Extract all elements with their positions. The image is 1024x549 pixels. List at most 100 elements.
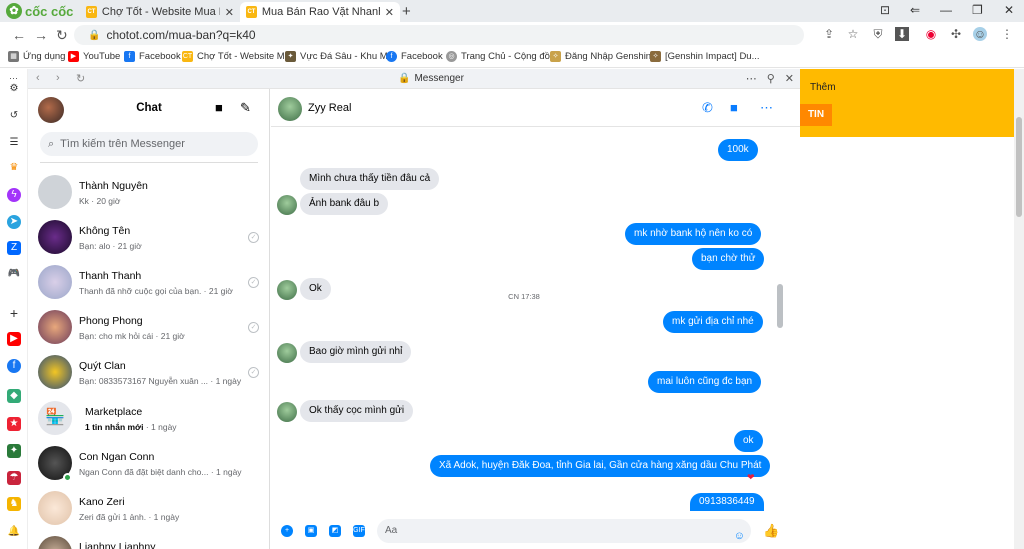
message-incoming[interactable]: Bao giờ mình gửi nhỉ [300, 341, 412, 363]
conversation-item[interactable]: Kano Zeri Zeri đã gửi 1 ảnh. · 1 ngày [28, 486, 269, 531]
app-icon[interactable]: ♞ [7, 497, 21, 511]
message-outgoing[interactable]: mk nhờ bank hộ nên ko có [625, 223, 762, 245]
close-tab-icon[interactable]: ✕ [385, 6, 394, 19]
conversation-title[interactable]: Zyy Real [308, 102, 351, 114]
share-icon[interactable]: ⇪ [822, 27, 836, 41]
telegram-icon[interactable]: ➤ [7, 215, 21, 229]
reload-icon[interactable]: ↻ [56, 27, 68, 44]
search-input[interactable]: ⌕ Tìm kiếm trên Messenger [40, 132, 258, 156]
bookmark-item[interactable]: ◎ Trang Chủ - Cộng đồ... [446, 51, 558, 62]
conversation-item[interactable]: Quýt Clan Bạn: 0833573167 Nguyễn xuân ..… [28, 350, 269, 395]
conversation-item[interactable]: Phong Phong Bạn: cho mk hỏi cái · 21 giờ… [28, 305, 269, 350]
adblock-icon[interactable]: ◉ [924, 27, 938, 41]
facebook-icon[interactable]: f [7, 359, 21, 373]
url-field[interactable]: 🔒 chotot.com/mua-ban?q=k40 [74, 25, 804, 45]
tab-chotot[interactable]: CT Chợ Tốt - Website Mua Bán... ✕ [80, 2, 240, 22]
bookmark-item[interactable]: ▶ YouTube [68, 51, 120, 62]
app-icon[interactable]: ☂ [7, 471, 21, 485]
bookmark-star-icon[interactable]: ☆ [846, 27, 860, 41]
message-incoming[interactable]: Mình chưa thấy tiền đâu cả [300, 168, 440, 190]
panel-forward-icon[interactable]: › [56, 72, 60, 84]
phone-call-icon[interactable]: ✆ [702, 100, 713, 116]
close-panel-icon[interactable]: ✕ [785, 72, 794, 85]
new-tab-icon[interactable]: + [402, 3, 411, 20]
conversation-item[interactable]: Không Tên Bạn: alo · 21 giờ ✓ [28, 215, 269, 260]
history-icon[interactable]: ↺ [7, 109, 21, 123]
panel-back-icon[interactable]: ‹ [36, 72, 40, 84]
message-incoming[interactable]: Ok thấy cọc mình gửi [300, 400, 414, 422]
message-incoming[interactable]: Ảnh bank đâu b [300, 193, 389, 215]
back-icon[interactable]: ← [12, 27, 26, 43]
pin-icon[interactable]: ⚲ [767, 72, 775, 85]
bookmark-item[interactable]: ✧ Đăng Nhập Genshin... [550, 51, 659, 62]
add-icon[interactable]: + [7, 306, 21, 320]
app-icon[interactable]: ★ [7, 417, 21, 431]
heart-reaction-icon[interactable]: ❤ [747, 472, 755, 483]
image-icon[interactable]: ▣ [305, 525, 317, 537]
page-scrollbar-thumb[interactable] [1016, 117, 1022, 217]
conversation-item[interactable]: 🏪 Marketplace 1 tin nhắn mới · 1 ngày [28, 396, 269, 441]
message-outgoing[interactable]: ok [734, 430, 763, 452]
bookmark-label: [Genshin Impact] Du... [665, 51, 760, 62]
sticker-icon[interactable]: ◩ [329, 525, 341, 537]
download-icon[interactable]: ⬇ [895, 27, 909, 41]
maximize-icon[interactable]: ❐ [972, 3, 983, 17]
app-icon[interactable]: ◆ [7, 389, 21, 403]
back-tab-icon[interactable]: ⇐ [910, 3, 920, 17]
bookmark-item[interactable]: ✧ [Genshin Impact] Du... [650, 51, 760, 62]
youtube-icon[interactable]: ▶ [7, 332, 21, 346]
profile-avatar[interactable]: ☺ [973, 27, 987, 41]
gamepad-icon[interactable]: 🎮 [7, 267, 21, 281]
bookmark-item[interactable]: CT Chợ Tốt - Website M... [182, 51, 293, 62]
notification-bell-icon[interactable]: 🔔 [7, 525, 21, 539]
message-text: mk nhờ bank hộ nên ko có [634, 228, 753, 239]
list-icon[interactable]: ☰ [7, 136, 21, 150]
emoji-icon[interactable]: ☺ [734, 524, 745, 548]
video-call-icon[interactable]: ■ [730, 100, 738, 115]
more-icon[interactable]: ⋯ [746, 72, 757, 85]
crown-icon[interactable]: ♛ [7, 161, 21, 175]
message-outgoing[interactable]: Xã Adok, huyện Đăk Đoa, tỉnh Gia lai, Gầ… [430, 455, 771, 477]
avatar[interactable] [278, 97, 302, 121]
panel-reload-icon[interactable]: ↻ [76, 72, 85, 85]
message-outgoing[interactable]: mai luôn cũng đc bạn [648, 371, 762, 393]
close-tab-icon[interactable]: ✕ [225, 6, 234, 19]
page-scrollbar[interactable] [1014, 69, 1024, 549]
tab-search-icon[interactable]: ⊡ [880, 3, 890, 17]
extension-icon[interactable]: ⛨ [871, 27, 885, 41]
new-message-icon[interactable]: ✎ [240, 100, 251, 116]
bookmark-item[interactable]: f Facebook [124, 51, 181, 62]
more-options-icon[interactable]: ⋯ [760, 100, 773, 116]
conversation-scrollbar[interactable] [777, 284, 783, 328]
dang-tin-button[interactable]: TIN [800, 104, 832, 126]
bookmark-item[interactable]: f Facebook [386, 51, 443, 62]
bookmark-item[interactable]: ✦ Vực Đá Sâu - Khu M... [285, 51, 396, 62]
menu-icon[interactable]: ⋮ [1000, 27, 1014, 41]
message-outgoing[interactable]: 100k [718, 139, 758, 161]
app-icon[interactable]: ✦ [7, 444, 21, 458]
message-outgoing[interactable]: 0913836449 [690, 493, 764, 511]
zalo-icon[interactable]: Z [7, 241, 21, 255]
puzzle-icon[interactable]: ✣ [949, 27, 963, 41]
messenger-icon[interactable]: ϟ [7, 188, 21, 202]
message-input[interactable]: Aa ☺ [377, 519, 751, 543]
game-icon: ✦ [285, 51, 296, 62]
bookmark-item[interactable]: ▦ Ứng dụng [8, 51, 65, 62]
close-window-icon[interactable]: ✕ [1004, 3, 1014, 17]
settings-icon[interactable]: ⚙ [7, 82, 21, 96]
message-outgoing[interactable]: bạn chờ thử [692, 248, 765, 270]
conversation-item[interactable]: Thành Nguyên Kk · 20 giờ [28, 170, 269, 215]
forward-icon[interactable]: → [34, 27, 48, 43]
them-link[interactable]: Thêm [810, 82, 836, 93]
tab-muaban[interactable]: CT Mua Bán Rao Vặt Nhanh Chó... ✕ [240, 2, 400, 22]
minimize-icon[interactable]: — [940, 3, 952, 17]
add-attachment-icon[interactable]: + [281, 525, 293, 537]
gif-icon[interactable]: GIF [353, 525, 365, 537]
message-outgoing[interactable]: mk gửi địa chỉ nhé [663, 311, 763, 333]
conversation-item[interactable]: Con Ngan Conn Ngan Conn đã đặt biệt danh… [28, 441, 269, 486]
conversation-item[interactable]: Thanh Thanh Thanh đã nhỡ cuộc gọi của bạ… [28, 260, 269, 305]
conversation-item[interactable]: Lianhny Lianhny [28, 531, 269, 549]
video-call-icon[interactable]: ■ [215, 100, 223, 115]
like-icon[interactable]: 👍 [763, 523, 779, 539]
browser-brand[interactable]: ✿ cốc cốc [6, 3, 73, 19]
